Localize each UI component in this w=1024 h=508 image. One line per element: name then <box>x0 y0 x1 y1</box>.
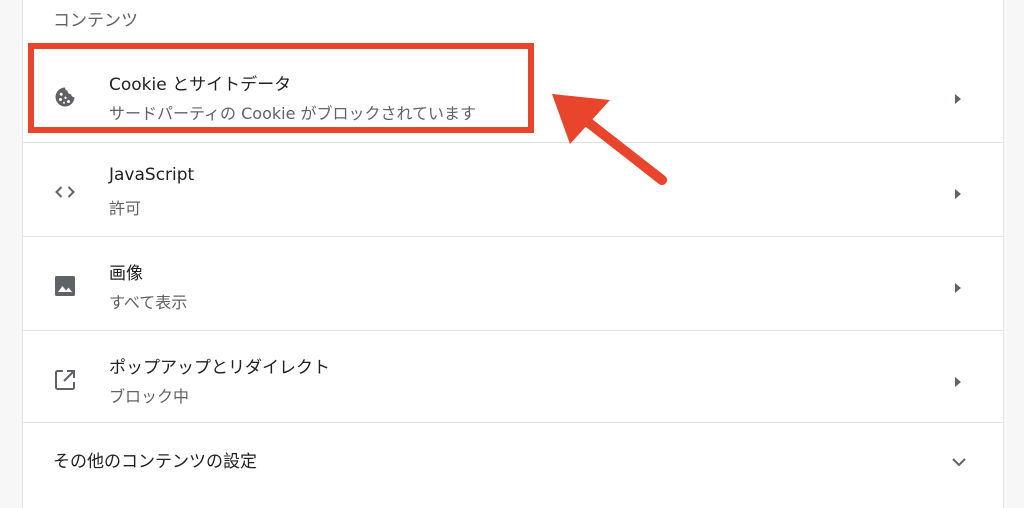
chevron-right-icon <box>953 90 963 104</box>
open-in-new-icon <box>53 368 77 392</box>
chevron-right-icon <box>953 373 963 387</box>
cookie-icon <box>53 85 77 109</box>
row-title: Cookie とサイトデータ <box>109 75 292 95</box>
row-cookies[interactable]: Cookie とサイトデータ サードパーティの Cookie がブロックされてい… <box>23 48 1003 142</box>
more-content-settings-label: その他のコンテンツの設定 <box>53 452 257 472</box>
chevron-right-icon <box>953 279 963 293</box>
row-title: JavaScript <box>109 165 195 185</box>
more-content-settings[interactable]: その他のコンテンツの設定 <box>23 422 1003 497</box>
row-images[interactable]: 画像 すべて表示 <box>23 236 1003 331</box>
code-icon <box>53 180 77 204</box>
settings-card: コンテンツ Cookie とサイトデータ サードパーティの Cookie がブロ… <box>22 0 1004 508</box>
chevron-right-icon <box>953 185 963 199</box>
row-subtitle: 許可 <box>109 199 142 218</box>
row-subtitle: ブロック中 <box>109 387 190 406</box>
section-header: コンテンツ <box>53 11 138 31</box>
row-title: ポップアップとリダイレクト <box>109 358 330 378</box>
row-popups[interactable]: ポップアップとリダイレクト ブロック中 <box>23 330 1003 425</box>
image-icon <box>53 274 77 298</box>
row-title: 画像 <box>109 264 143 284</box>
row-subtitle: サードパーティの Cookie がブロックされています <box>109 104 477 123</box>
chevron-down-icon <box>951 453 967 467</box>
row-subtitle: すべて表示 <box>109 293 188 312</box>
row-javascript[interactable]: JavaScript 許可 <box>23 142 1003 237</box>
